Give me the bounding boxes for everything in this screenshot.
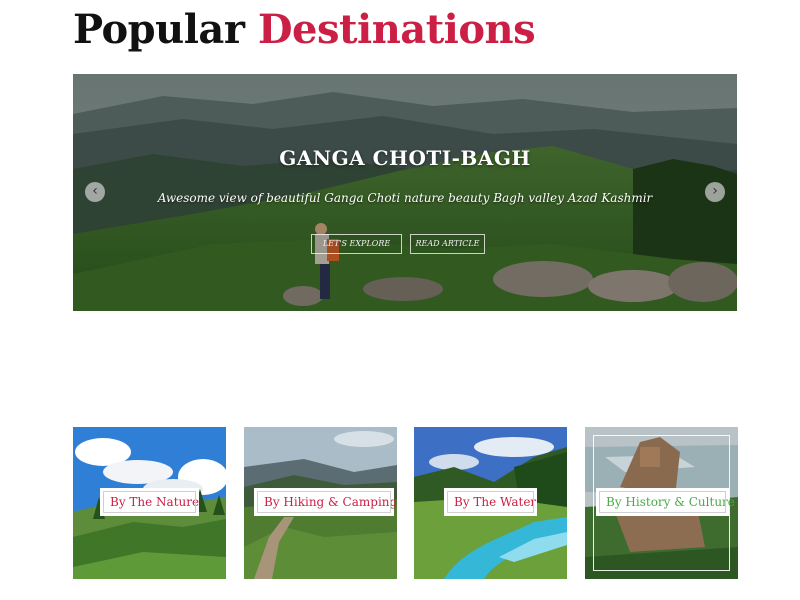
hero-slider[interactable]: GANGA CHOTI-BAGH Awesome view of beautif… [73, 74, 737, 311]
slide-description: Awesome view of beautiful Ganga Choti na… [157, 191, 653, 205]
category-label-nature[interactable]: By The Nature [100, 488, 199, 516]
page-title: Popular Destinations [73, 4, 536, 56]
category-card-hiking-camping[interactable]: By Hiking & Camping [244, 427, 397, 579]
category-card-water[interactable]: By The Water [414, 427, 567, 579]
slider-prev-arrow[interactable]: ‹ [85, 182, 105, 202]
slide-caption: GANGA CHOTI-BAGH Awesome view of beautif… [73, 74, 737, 311]
page-title-destinations: Destinations [257, 6, 536, 53]
category-label-water[interactable]: By The Water [444, 488, 537, 516]
lets-explore-button[interactable]: LET'S EXPLORE [311, 234, 402, 254]
category-card-history-culture[interactable]: By History & Culture [585, 427, 738, 579]
slider-next-arrow[interactable]: › [705, 182, 725, 202]
read-article-button[interactable]: READ ARTICLE [410, 234, 485, 254]
category-card-nature[interactable]: By The Nature [73, 427, 226, 579]
chevron-right-icon: › [712, 183, 718, 199]
page-title-popular: Popular [73, 6, 245, 53]
chevron-left-icon: ‹ [92, 183, 98, 199]
slide-title: GANGA CHOTI-BAGH [279, 146, 531, 170]
category-label-history-culture[interactable]: By History & Culture [596, 488, 735, 516]
category-label-hiking-camping[interactable]: By Hiking & Camping [254, 488, 397, 516]
